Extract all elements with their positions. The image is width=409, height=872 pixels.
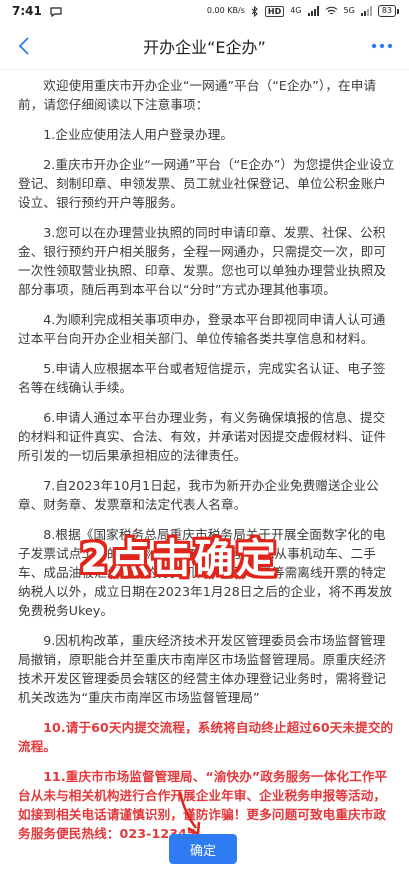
status-time: 7:41	[12, 4, 42, 18]
battery-level: 83	[377, 5, 396, 17]
back-icon[interactable]	[12, 34, 36, 58]
more-icon[interactable]	[367, 34, 397, 58]
status-left: 7:41	[12, 4, 62, 18]
status-right: 0.00 KB/s HD 4G 5G 83	[207, 5, 399, 17]
arrow-icon	[178, 791, 201, 837]
notice-paragraph: 1.企业应使用法人用户登录办理。	[43, 127, 234, 142]
notice-paragraph: 5.申请人应根据本平台或者短信提示，完成实名认证、电子签名等在线确认手续。	[18, 361, 386, 395]
page-title: 开办企业“E企办”	[143, 37, 266, 57]
signal-1-icon	[307, 6, 319, 16]
signal-2-icon	[360, 6, 372, 16]
message-icon	[50, 6, 62, 17]
overlay-instruction: 2点击确定	[80, 536, 278, 582]
notice-paragraph: 4.为顺利完成相关事项申办，登录本平台即视同申请人认可通过本平台向开办企业相关部…	[18, 312, 386, 346]
notice-paragraph: 欢迎使用重庆市开办企业“一网通”平台（“E企办”），在申请前，请您仔细阅读以下注…	[18, 78, 377, 112]
notice-paragraph: 10.请于60天内提交流程，系统将自动终止超过60天未提交的流程。	[18, 720, 394, 754]
battery-icon: 83	[377, 5, 399, 17]
confirm-button[interactable]: 确定	[169, 834, 237, 864]
notice-paragraph: 9.因机构改革，重庆经济技术开发区管理委员会市场监督管理局撤销，原职能合并至重庆…	[18, 633, 387, 705]
notice-paragraph: 7.自2023年10月1日起，我市为新开办企业免费赠送企业公章、财务章、发票章和…	[18, 478, 379, 512]
wifi-icon	[325, 6, 337, 15]
network-type-1: 4G	[290, 6, 302, 15]
notice-paragraph: 6.申请人通过本平台办理业务，有义务确保填报的信息、提交的材料和证件真实、合法、…	[18, 410, 387, 463]
notice-content: 欢迎使用重庆市开办企业“一网通”平台（“E企办”），在申请前，请您仔细阅读以下注…	[0, 70, 409, 843]
bluetooth-icon	[251, 5, 258, 17]
status-bar: 7:41 0.00 KB/s HD 4G 5G 83	[0, 0, 409, 22]
hd-badge: HD	[264, 5, 285, 17]
network-type-2: 5G	[343, 6, 355, 15]
nav-bar: 开办企业“E企办”	[0, 22, 409, 70]
notice-paragraph: 3.您可以在办理营业执照的同时申请印章、发票、社保、公积金、银行预约开户相关服务…	[18, 225, 387, 297]
notice-paragraph: 2.重庆市开办企业“一网通”平台（“E企办”）为您提供企业设立登记、刻制印章、申…	[18, 157, 395, 210]
network-speed: 0.00 KB/s	[206, 6, 245, 15]
